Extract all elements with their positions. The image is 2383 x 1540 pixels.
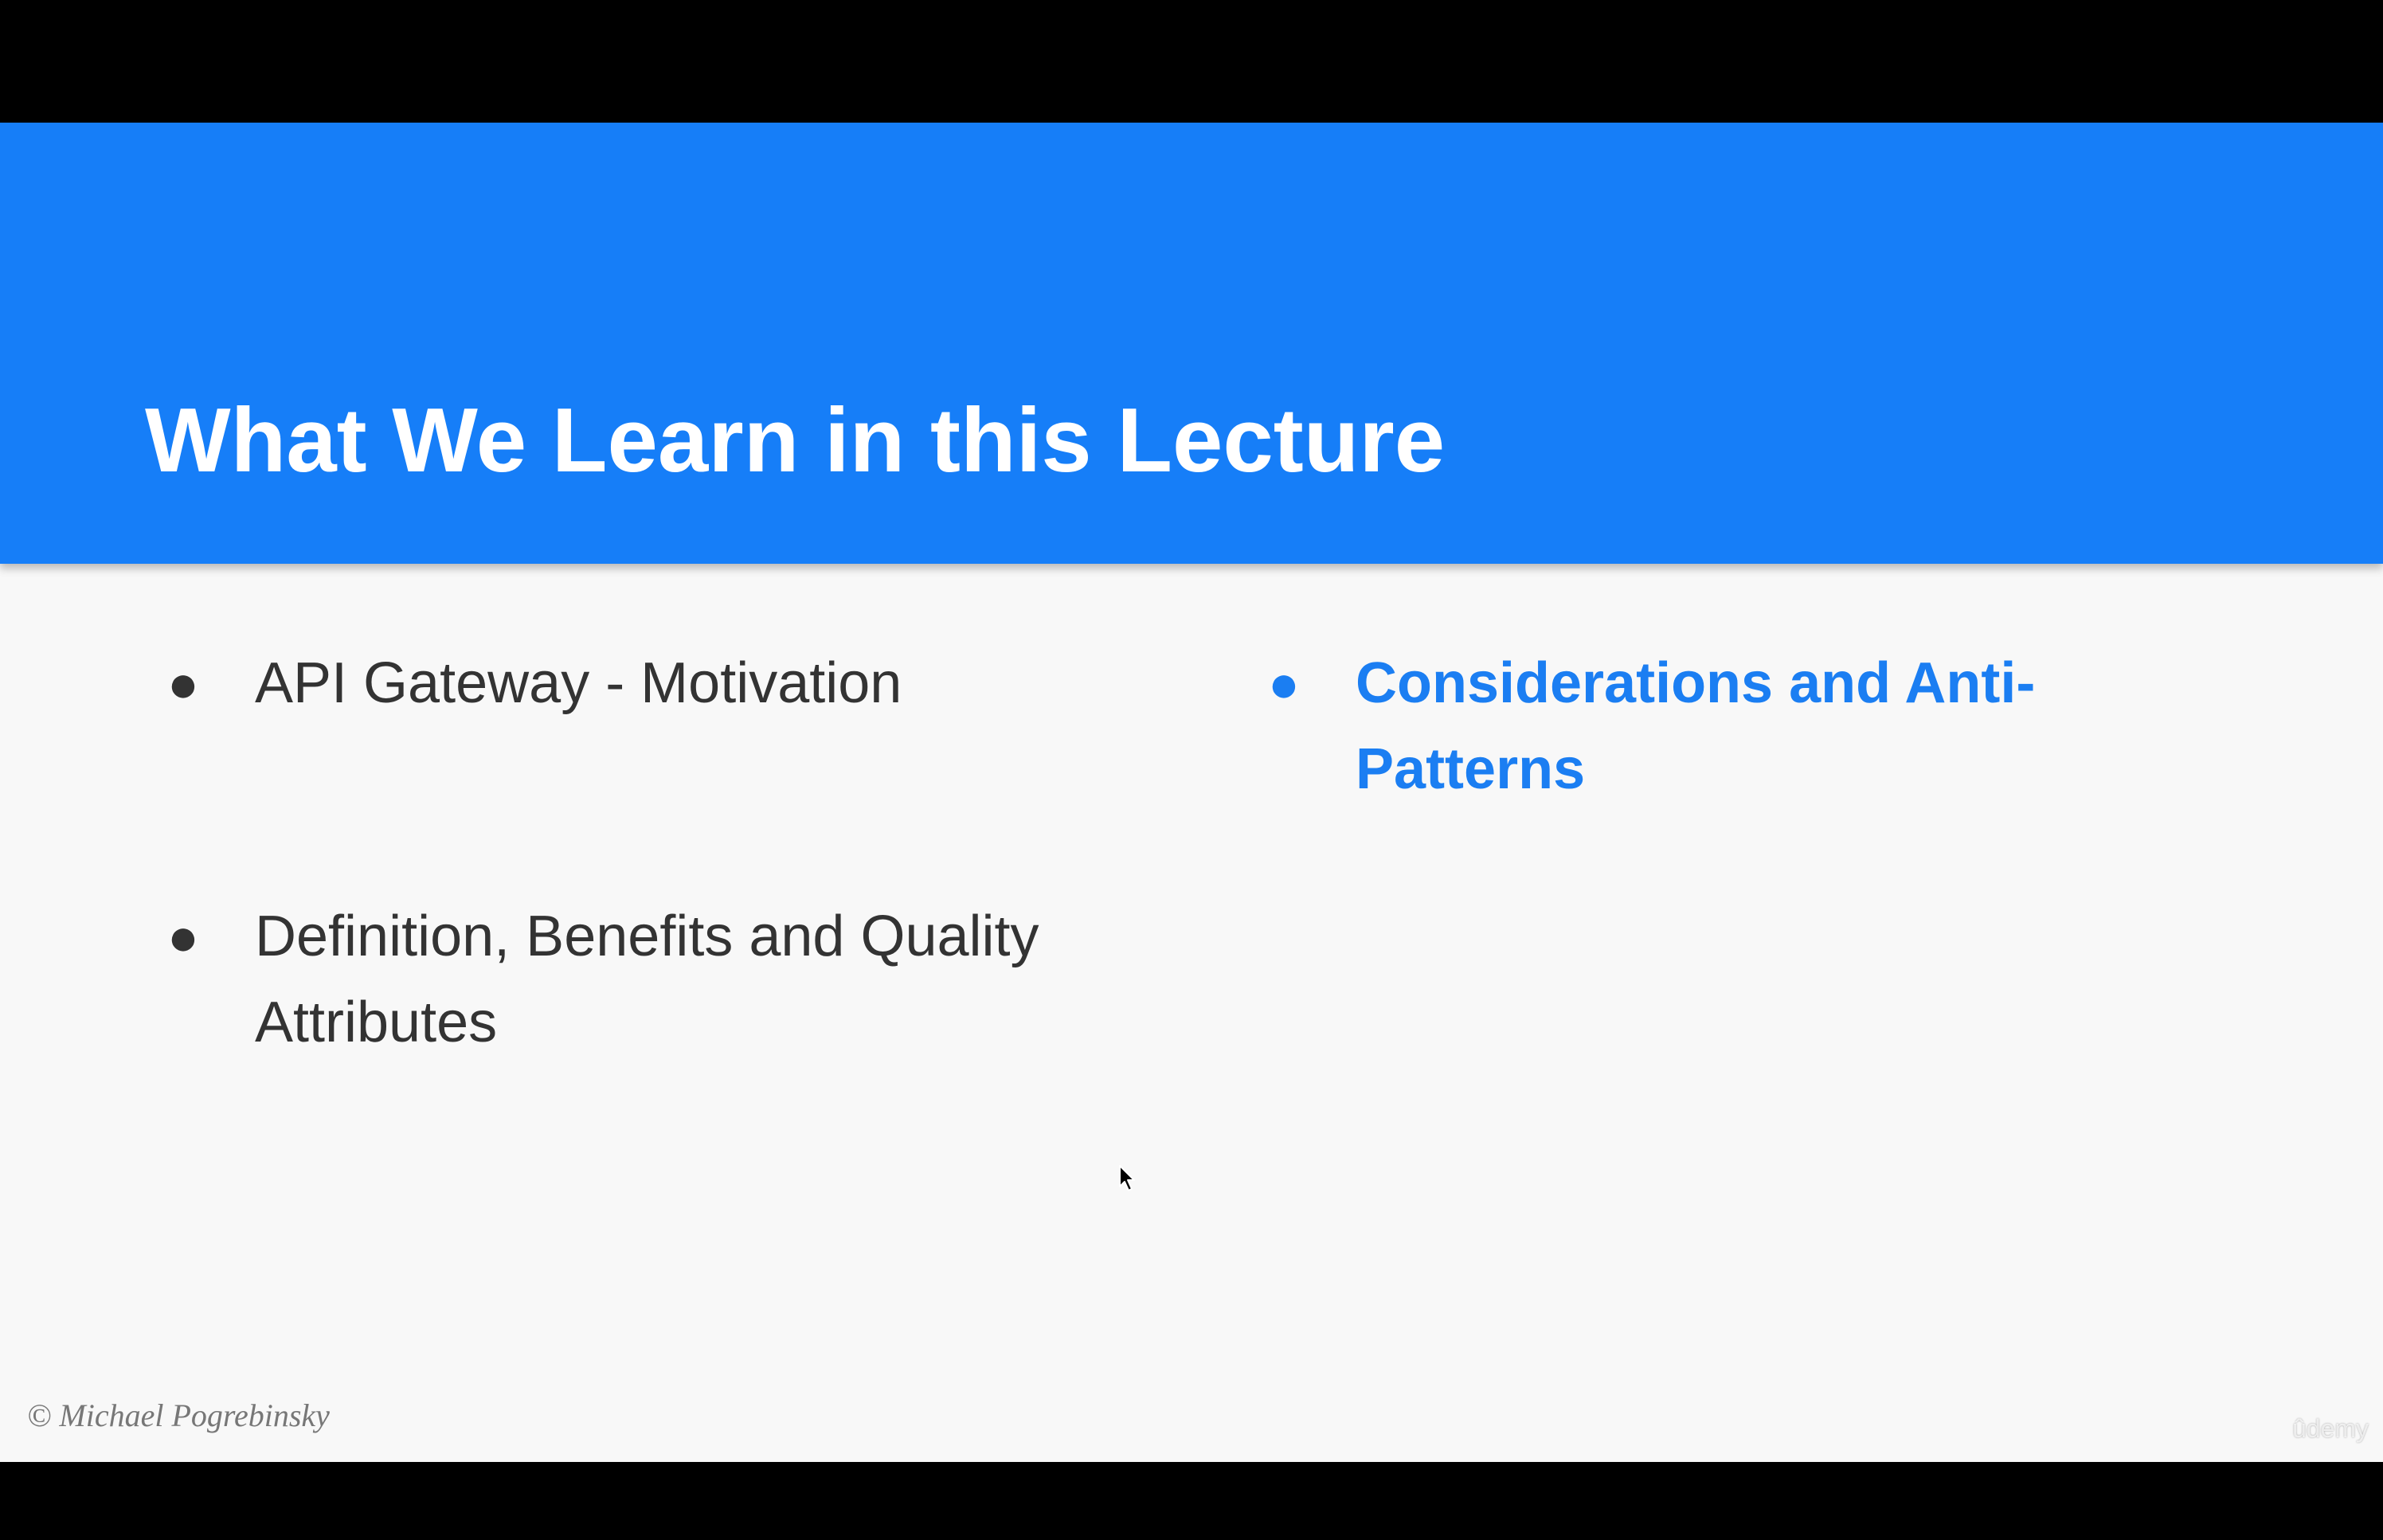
bullet-item-considerations-active: ● Considerations and Anti-Patterns xyxy=(1268,640,2048,812)
bullet-text-active: Considerations and Anti-Patterns xyxy=(1356,651,2036,801)
bullet-dot-icon: ● xyxy=(1268,654,1300,713)
copyright-notice: © Michael Pogrebinsky xyxy=(27,1397,330,1433)
bullet-item-definition: ● Definition, Benefits and Quality Attri… xyxy=(167,893,1227,1065)
bullet-item-motivation: ● API Gateway - Motivation xyxy=(167,640,1227,726)
mouse-pointer-icon xyxy=(1119,1165,1135,1191)
bullet-text: Definition, Benefits and Quality Attribu… xyxy=(255,905,1039,1054)
slide-title: What We Learn in this Lecture xyxy=(145,390,1446,491)
slide-header: What We Learn in this Lecture xyxy=(0,123,2383,564)
bullet-dot-icon: ● xyxy=(167,907,199,966)
slide: What We Learn in this Lecture ● API Gate… xyxy=(0,123,2383,1462)
bullet-text: API Gateway - Motivation xyxy=(255,651,902,715)
bullet-dot-icon: ● xyxy=(167,654,199,713)
udemy-watermark: ûdemy xyxy=(2291,1414,2369,1443)
